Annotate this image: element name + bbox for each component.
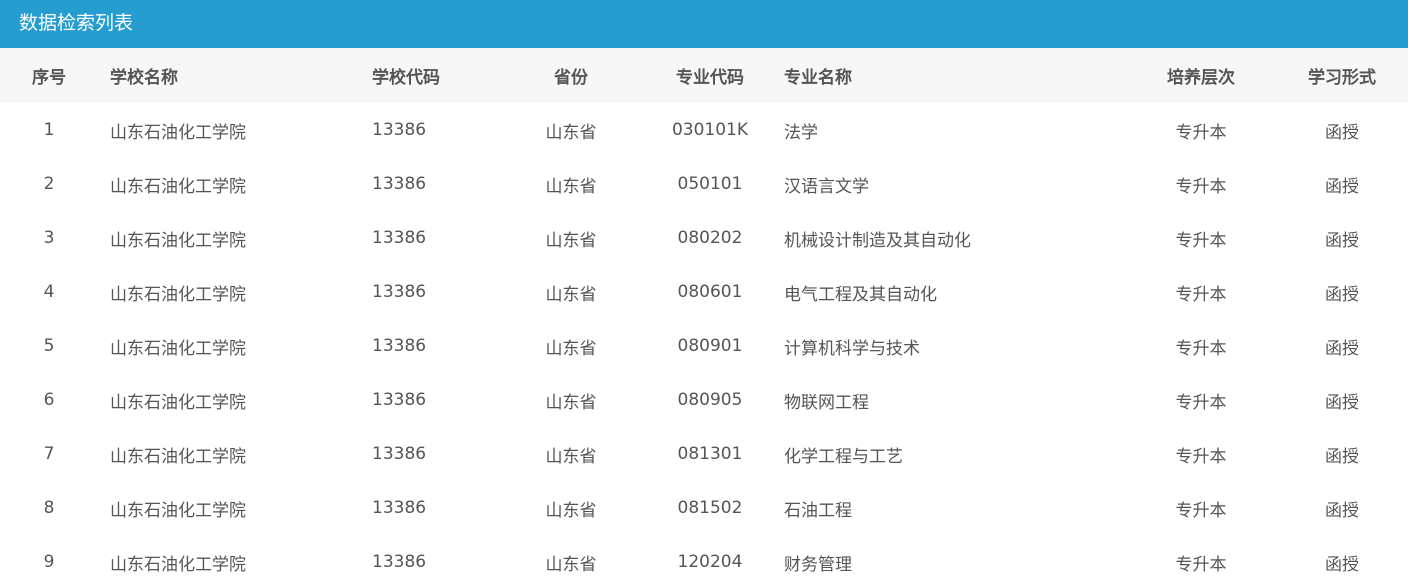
cell-index: 6	[43, 390, 55, 410]
header-major-name: 专业名称	[784, 68, 852, 88]
results-table: 序号 学校名称 学校代码 省份 专业代码 专业名称 培养层次 学习形式 1 山东…	[0, 48, 1408, 587]
cell-study-form: 函授	[1325, 500, 1359, 521]
cell-province: 山东省	[545, 338, 597, 359]
table-row: 4 山东石油化工学院 13386 山东省 080601 电气工程及其自动化 专升…	[0, 265, 1408, 319]
cell-major-code: 081502	[677, 498, 743, 518]
cell-major-code: 030101K	[671, 120, 749, 140]
cell-school-code: 13386	[372, 444, 427, 464]
cell-school-code: 13386	[372, 390, 427, 410]
cell-school-code: 13386	[372, 498, 427, 518]
header-level: 培养层次	[1167, 68, 1235, 88]
header-index: 序号	[32, 68, 66, 88]
cell-index: 8	[43, 498, 55, 518]
header-study-form: 学习形式	[1308, 68, 1376, 88]
table-row: 8 山东石油化工学院 13386 山东省 081502 石油工程 专升本 函授	[0, 481, 1408, 535]
cell-study-form: 函授	[1325, 176, 1359, 197]
cell-index: 5	[43, 336, 55, 356]
cell-school-code: 13386	[372, 552, 427, 572]
cell-major-name: 法学	[784, 122, 818, 143]
cell-study-form: 函授	[1325, 446, 1359, 467]
cell-study-form: 函授	[1325, 122, 1359, 143]
cell-major-code: 081301	[677, 444, 743, 464]
cell-province: 山东省	[545, 446, 597, 467]
cell-level: 专升本	[1175, 338, 1227, 359]
cell-level: 专升本	[1175, 554, 1227, 575]
cell-school-code: 13386	[372, 282, 427, 302]
cell-major-name: 汉语言文学	[784, 176, 869, 197]
table-row: 7 山东石油化工学院 13386 山东省 081301 化学工程与工艺 专升本 …	[0, 427, 1408, 481]
cell-major-code: 120204	[677, 552, 743, 572]
data-search-panel: 数据检索列表 序号 学校名称 学校代码 省份 专业代码 专业名称 培养层次 学习…	[0, 0, 1408, 587]
cell-level: 专升本	[1175, 446, 1227, 467]
header-school-code: 学校代码	[372, 68, 440, 88]
table-row: 6 山东石油化工学院 13386 山东省 080905 物联网工程 专升本 函授	[0, 373, 1408, 427]
cell-level: 专升本	[1175, 230, 1227, 251]
table-row: 2 山东石油化工学院 13386 山东省 050101 汉语言文学 专升本 函授	[0, 157, 1408, 211]
cell-major-name: 物联网工程	[784, 392, 869, 413]
cell-province: 山东省	[545, 392, 597, 413]
cell-province: 山东省	[545, 230, 597, 251]
cell-major-code: 050101	[677, 174, 743, 194]
cell-study-form: 函授	[1325, 284, 1359, 305]
panel-title: 数据检索列表	[0, 0, 1408, 48]
cell-major-name: 石油工程	[784, 500, 852, 521]
cell-study-form: 函授	[1325, 338, 1359, 359]
cell-school-name: 山东石油化工学院	[110, 554, 246, 575]
cell-major-name: 机械设计制造及其自动化	[784, 230, 971, 251]
cell-major-code: 080601	[677, 282, 743, 302]
cell-major-name: 化学工程与工艺	[784, 446, 903, 467]
table-row: 3 山东石油化工学院 13386 山东省 080202 机械设计制造及其自动化 …	[0, 211, 1408, 265]
cell-major-name: 电气工程及其自动化	[784, 284, 937, 305]
cell-school-code: 13386	[372, 336, 427, 356]
header-school-name: 学校名称	[110, 68, 178, 88]
cell-level: 专升本	[1175, 284, 1227, 305]
cell-level: 专升本	[1175, 176, 1227, 197]
table-row: 5 山东石油化工学院 13386 山东省 080901 计算机科学与技术 专升本…	[0, 319, 1408, 373]
cell-school-name: 山东石油化工学院	[110, 392, 246, 413]
cell-school-name: 山东石油化工学院	[110, 230, 246, 251]
cell-level: 专升本	[1175, 122, 1227, 143]
cell-index: 9	[43, 552, 55, 572]
cell-index: 1	[43, 120, 55, 140]
cell-study-form: 函授	[1325, 230, 1359, 251]
cell-school-name: 山东石油化工学院	[110, 284, 246, 305]
cell-school-name: 山东石油化工学院	[110, 122, 246, 143]
cell-province: 山东省	[545, 176, 597, 197]
cell-school-code: 13386	[372, 174, 427, 194]
cell-index: 4	[43, 282, 55, 302]
cell-province: 山东省	[545, 554, 597, 575]
table-row: 9 山东石油化工学院 13386 山东省 120204 财务管理 专升本 函授	[0, 535, 1408, 587]
cell-school-code: 13386	[372, 228, 427, 248]
cell-school-name: 山东石油化工学院	[110, 500, 246, 521]
table-header-row: 序号 学校名称 学校代码 省份 专业代码 专业名称 培养层次 学习形式	[0, 48, 1408, 103]
cell-school-name: 山东石油化工学院	[110, 446, 246, 467]
cell-school-code: 13386	[372, 120, 427, 140]
cell-index: 3	[43, 228, 55, 248]
cell-level: 专升本	[1175, 500, 1227, 521]
cell-province: 山东省	[545, 500, 597, 521]
cell-study-form: 函授	[1325, 554, 1359, 575]
cell-index: 7	[43, 444, 55, 464]
cell-school-name: 山东石油化工学院	[110, 338, 246, 359]
cell-major-name: 财务管理	[784, 554, 852, 575]
cell-major-name: 计算机科学与技术	[784, 338, 920, 359]
header-major-code: 专业代码	[676, 68, 744, 88]
cell-major-code: 080202	[677, 228, 743, 248]
cell-province: 山东省	[545, 284, 597, 305]
cell-major-code: 080905	[677, 390, 743, 410]
cell-province: 山东省	[545, 122, 597, 143]
header-province: 省份	[554, 68, 588, 88]
cell-major-code: 080901	[677, 336, 743, 356]
cell-index: 2	[43, 174, 55, 194]
table-row: 1 山东石油化工学院 13386 山东省 030101K 法学 专升本 函授	[0, 103, 1408, 157]
cell-school-name: 山东石油化工学院	[110, 176, 246, 197]
cell-study-form: 函授	[1325, 392, 1359, 413]
cell-level: 专升本	[1175, 392, 1227, 413]
